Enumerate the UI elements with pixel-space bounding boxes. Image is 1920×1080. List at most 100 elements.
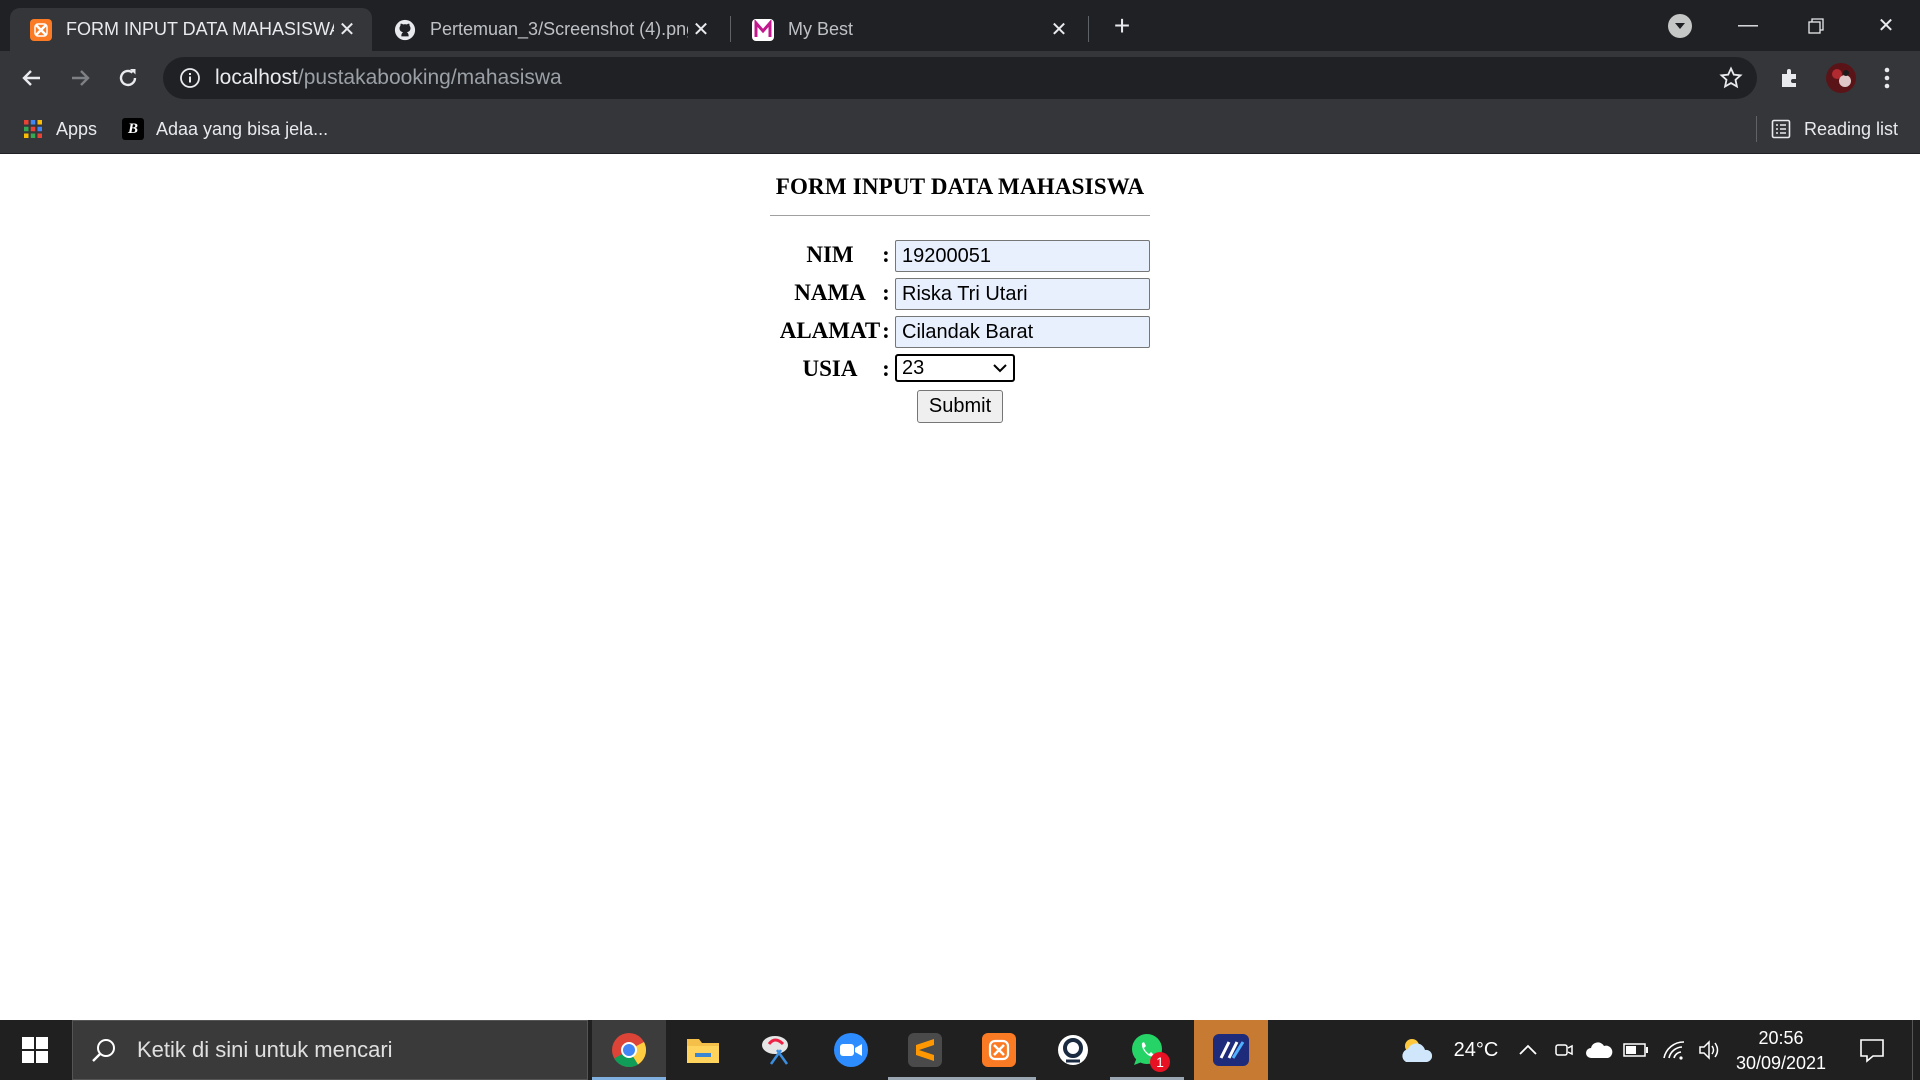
meet-now-icon[interactable] — [1552, 1020, 1576, 1080]
back-button[interactable] — [14, 60, 50, 96]
bookmark-star-icon[interactable] — [1719, 66, 1743, 90]
show-desktop-button[interactable] — [1912, 1020, 1920, 1080]
tab-title: Pertemuan_3/Screenshot (4).png — [430, 19, 688, 39]
nim-input[interactable] — [895, 240, 1150, 272]
alamat-input[interactable] — [895, 316, 1150, 348]
submit-button[interactable]: Submit — [917, 390, 1003, 423]
tab-form-input[interactable]: FORM INPUT DATA MAHASISWA ✕ — [10, 8, 372, 51]
close-window-button[interactable]: ✕ — [1856, 0, 1916, 51]
usia-label: USIA — [802, 356, 858, 381]
close-tab-icon[interactable]: ✕ — [688, 17, 714, 43]
wifi-icon[interactable] — [1660, 1020, 1688, 1080]
usia-select[interactable]: 23 — [895, 354, 1015, 382]
bookmarks-bar: Apps B Adaa yang bisa jela... Reading li… — [0, 104, 1920, 154]
chevron-down-icon — [993, 364, 1007, 373]
tab-title: My Best — [788, 19, 854, 39]
nama-label: NAMA — [794, 280, 866, 305]
taskbar-app-file-explorer[interactable] — [666, 1020, 740, 1080]
alamat-label: ALAMAT — [779, 318, 881, 343]
nim-label: NIM — [806, 242, 854, 267]
arrow-left-icon — [22, 70, 40, 86]
tab-title: FORM INPUT DATA MAHASISWA — [66, 19, 334, 39]
forward-button[interactable] — [62, 60, 98, 96]
submit-row: Submit — [770, 388, 1150, 428]
clock-date: 30/09/2021 — [1735, 1053, 1827, 1073]
bookmarks-divider — [1756, 116, 1757, 142]
reading-list-icon — [1770, 118, 1792, 140]
colon-separator: : — [882, 356, 890, 381]
show-hidden-icons-chevron-up-icon[interactable] — [1516, 1020, 1540, 1080]
chrome-icon — [612, 1033, 647, 1068]
field-row-alamat: ALAMAT : — [770, 312, 1150, 350]
webcam-app-icon — [1058, 1035, 1088, 1065]
bookmark-label: Apps — [56, 118, 98, 139]
nama-input[interactable] — [895, 278, 1150, 310]
usia-selected-value: 23 — [902, 357, 925, 379]
windows-logo-icon — [22, 1037, 48, 1063]
browser-toolbar: localhost/pustakabooking/mahasiswa — [0, 51, 1920, 104]
bookmark-apps[interactable]: Apps — [22, 116, 97, 142]
field-row-nim: NIM : — [770, 236, 1150, 274]
site-info-icon[interactable] — [179, 67, 201, 89]
taskbar-app-visual-studio[interactable] — [1194, 1020, 1268, 1080]
notification-center-icon[interactable] — [1852, 1020, 1892, 1080]
reload-icon — [119, 69, 137, 87]
close-tab-icon[interactable]: ✕ — [1046, 17, 1072, 43]
sublime-text-icon — [908, 1033, 942, 1067]
taskbar-app-xampp[interactable] — [962, 1020, 1036, 1080]
search-placeholder: Ketik di sini untuk mencari — [137, 1037, 393, 1062]
taskbar-app-whatsapp[interactable]: 1 — [1110, 1020, 1184, 1080]
zoom-icon — [834, 1033, 868, 1067]
chevron-down-icon — [1675, 23, 1685, 29]
new-tab-button[interactable]: + — [1106, 10, 1138, 42]
battery-icon[interactable] — [1622, 1020, 1650, 1080]
windows-taskbar: Ketik di sini untuk mencari 1 24°C 20:56… — [0, 1020, 1920, 1080]
xampp-icon — [30, 18, 52, 41]
tab-github-screenshot[interactable]: Pertemuan_3/Screenshot (4).png ✕ — [374, 8, 726, 51]
tab-divider — [730, 16, 731, 42]
editor-app-icon — [1213, 1034, 1249, 1066]
onedrive-cloud-icon[interactable] — [1584, 1020, 1614, 1080]
arrow-right-icon — [72, 70, 90, 86]
more-options-icon[interactable] — [1872, 63, 1902, 93]
apps-grid-icon — [22, 118, 44, 140]
taskbar-app-sublime[interactable] — [888, 1020, 962, 1080]
form-title: FORM INPUT DATA MAHASISWA — [775, 174, 1145, 199]
volume-icon[interactable] — [1696, 1020, 1724, 1080]
tab-strip: FORM INPUT DATA MAHASISWA ✕ Pertemuan_3/… — [0, 0, 1920, 51]
start-button[interactable] — [0, 1020, 70, 1080]
field-row-usia: USIA : 23 — [770, 350, 1150, 388]
url-text: localhost/pustakabooking/mahasiswa — [215, 66, 562, 89]
search-icon — [92, 1039, 115, 1062]
taskbar-app-chrome[interactable] — [592, 1020, 666, 1080]
system-clock[interactable]: 20:56 30/09/2021 — [1726, 1026, 1836, 1076]
bookmark-item[interactable]: B Adaa yang bisa jela... — [122, 116, 328, 142]
colon-separator: : — [882, 318, 890, 343]
weather-temp[interactable]: 24°C — [1440, 1020, 1512, 1080]
taskbar-search-box[interactable]: Ketik di sini untuk mencari — [72, 1020, 588, 1080]
tab-search-button[interactable] — [1668, 14, 1692, 38]
profile-avatar[interactable] — [1824, 61, 1858, 95]
page-content: FORM INPUT DATA MAHASISWA NIM : NAMA : A… — [0, 155, 1920, 1020]
mybest-icon — [752, 18, 774, 41]
address-bar[interactable]: localhost/pustakabooking/mahasiswa — [163, 57, 1757, 99]
minimize-button[interactable]: — — [1718, 0, 1778, 51]
clock-time: 20:56 — [1758, 1028, 1804, 1048]
tab-divider — [1088, 16, 1089, 42]
github-icon — [394, 19, 416, 41]
brainly-icon: B — [122, 118, 144, 140]
reading-list-label: Reading list — [1804, 118, 1899, 139]
close-tab-icon[interactable]: ✕ — [334, 17, 360, 43]
folder-icon — [687, 1039, 719, 1063]
taskbar-app-snipping[interactable] — [740, 1020, 814, 1080]
tab-my-best[interactable]: My Best ✕ — [732, 8, 1084, 51]
taskbar-app-obs[interactable] — [1036, 1020, 1110, 1080]
weather-icon[interactable] — [1396, 1020, 1436, 1080]
reading-list-button[interactable]: Reading list — [1770, 116, 1898, 142]
taskbar-app-zoom[interactable] — [814, 1020, 888, 1080]
restore-button[interactable] — [1786, 0, 1846, 51]
restore-icon — [1808, 17, 1824, 34]
reload-button[interactable] — [110, 60, 146, 96]
bookmark-label: Adaa yang bisa jela... — [156, 118, 329, 139]
extensions-icon[interactable] — [1775, 63, 1805, 93]
